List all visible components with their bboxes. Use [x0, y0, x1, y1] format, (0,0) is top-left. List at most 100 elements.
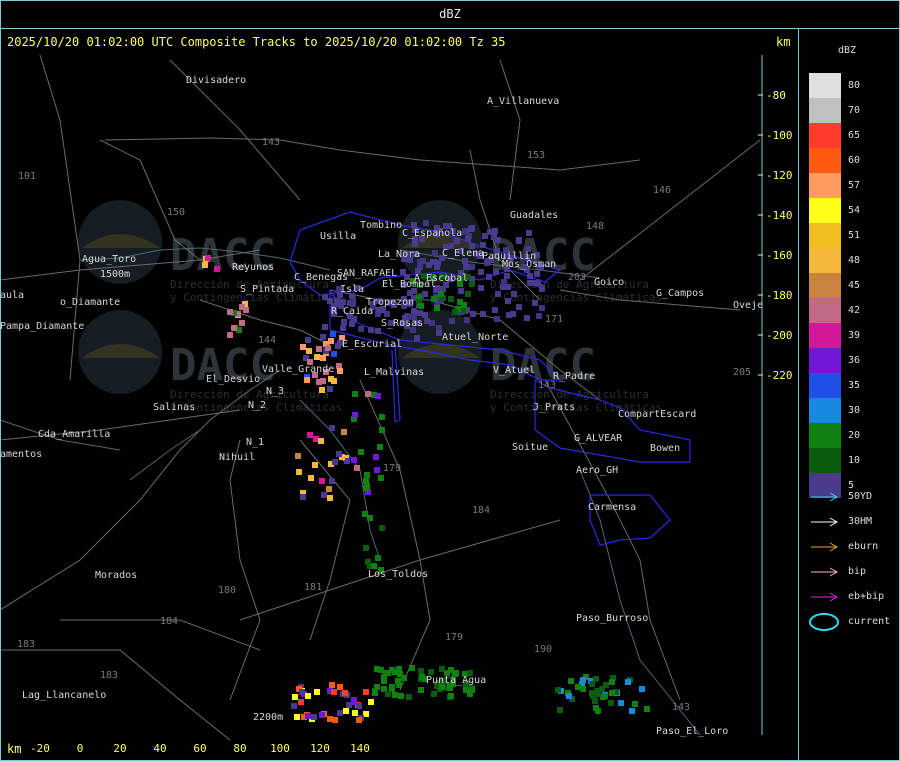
echo-cell: [325, 345, 331, 351]
place-label: El_Bombal: [382, 279, 436, 290]
y-tick-label: -80: [766, 89, 786, 102]
echo-cell: [352, 412, 358, 418]
echo-cell: [632, 701, 638, 707]
echo-cell: [319, 387, 325, 393]
road-number: 179: [445, 632, 463, 643]
echo-cell: [419, 674, 425, 680]
echo-cell: [396, 666, 402, 672]
place-label: Aero_GH: [576, 465, 618, 476]
place-label: Tombino: [360, 220, 402, 231]
echo-cell: [367, 515, 373, 521]
echo-cell: [296, 469, 302, 475]
echo-cell: [305, 693, 311, 699]
place-label: N_2: [248, 400, 266, 411]
echo-cell: [439, 666, 445, 672]
echo-cell: [470, 311, 476, 317]
echo-cell: [494, 316, 500, 322]
echo-cell: [305, 337, 311, 343]
road-number: 181: [304, 582, 322, 593]
echo-cell: [327, 386, 333, 392]
echo-cell: [463, 264, 469, 270]
echo-cell: [465, 291, 471, 297]
echo-cell: [379, 525, 385, 531]
legend-value-label: 20: [848, 430, 861, 441]
legend-value-label: 48: [848, 255, 861, 266]
echo-cell: [351, 457, 357, 463]
road-number: 101: [18, 171, 36, 182]
legend-swatch: [809, 248, 841, 273]
echo-cell: [595, 708, 601, 714]
legend-value-label: 57: [848, 180, 861, 191]
echo-cell: [504, 273, 510, 279]
echo-cell: [316, 346, 322, 352]
legend-track-label: bip: [848, 566, 867, 577]
echo-cell: [340, 299, 346, 305]
echo-cell: [511, 291, 517, 297]
echo-cell: [312, 462, 318, 468]
place-label: Divisadero: [186, 75, 246, 86]
road-number: 203: [568, 272, 586, 283]
legend-track-label: eb+bip: [848, 591, 885, 602]
legend-swatch: [809, 323, 841, 348]
place-label: Isla: [340, 284, 364, 295]
place-label: o_Diamante: [60, 297, 120, 308]
place-label: A_Villanueva: [487, 96, 559, 107]
echo-cell: [501, 279, 507, 285]
radar-map[interactable]: DACCDirección de Agriculturay Contingenc…: [1, 29, 798, 760]
echo-cell: [305, 713, 311, 719]
echo-cell: [609, 690, 615, 696]
legend-value-label: 51: [848, 230, 861, 241]
place-label: Cda_Amarilla: [38, 429, 110, 440]
echo-cell: [329, 682, 335, 688]
place-label: Pampa_Diamante: [1, 321, 84, 332]
legend-track-label: current: [848, 616, 891, 627]
place-label: Carmensa: [588, 502, 636, 513]
echo-cell: [495, 237, 501, 243]
place-label: El_Desvio: [206, 374, 260, 385]
legend-title: dBZ: [838, 45, 857, 56]
echo-cell: [555, 687, 561, 693]
x-tick-label: 20: [113, 742, 126, 755]
y-tick-label: -220: [766, 369, 793, 382]
legend-value-label: 54: [848, 205, 861, 216]
echo-cell: [480, 311, 486, 317]
echo-cell: [227, 309, 233, 315]
road-number: 143: [538, 380, 556, 391]
echo-cell: [354, 465, 360, 471]
place-label: amentos: [1, 449, 42, 460]
legend-swatch: [809, 123, 841, 148]
echo-cell: [337, 368, 343, 374]
road-line: [544, 379, 681, 701]
echo-cell: [351, 699, 357, 705]
echo-cell: [227, 332, 233, 338]
legend-swatch: [809, 273, 841, 298]
echo-cell: [478, 269, 484, 275]
place-label: Paso_El_Loro: [656, 726, 728, 737]
echo-cell: [341, 319, 347, 325]
echo-cell: [452, 309, 458, 315]
echo-cell: [385, 670, 391, 676]
echo-cell: [307, 432, 313, 438]
road-line: [299, 439, 351, 641]
echo-cell: [527, 280, 533, 286]
echo-cell: [352, 710, 358, 716]
echo-cell: [294, 714, 300, 720]
place-label: aula: [1, 290, 24, 301]
echo-cell: [298, 699, 304, 705]
echo-cell: [431, 296, 437, 302]
echo-cell: [629, 708, 635, 714]
place-label: Oveje: [733, 300, 763, 311]
echo-cell: [618, 700, 624, 706]
composite-header: 2025/10/20 01:02:00 UTC Composite Tracks…: [7, 35, 506, 49]
echo-cell: [392, 692, 398, 698]
echo-cell: [418, 687, 424, 693]
echo-cell: [434, 305, 440, 311]
echo-cell: [341, 429, 347, 435]
echo-cell: [424, 318, 430, 324]
axis-ticks: -20 0 20 40 60 80 100 120 140-80-100-120-140-160…: [30, 55, 793, 755]
echo-cell: [374, 467, 380, 473]
place-label: J_Prats: [533, 402, 575, 413]
echo-cell: [461, 302, 467, 308]
legend-value-label: 60: [848, 155, 861, 166]
legend-value-label: 36: [848, 355, 861, 366]
